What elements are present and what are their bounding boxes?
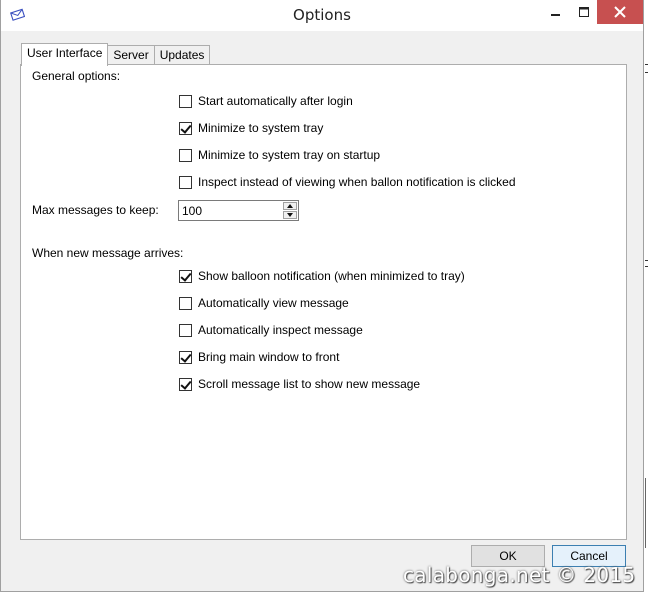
- option-label: Show balloon notification (when minimize…: [198, 269, 465, 283]
- edge-mark: [645, 72, 648, 73]
- new-message-heading: When new message arrives:: [32, 246, 184, 260]
- start-automatically-option[interactable]: Start automatically after login: [179, 93, 353, 109]
- max-messages-spinner[interactable]: [178, 200, 299, 221]
- option-label: Automatically view message: [198, 296, 349, 310]
- edge-mark: [645, 64, 648, 65]
- maximize-button[interactable]: [567, 0, 601, 24]
- arrow-up-icon: [287, 204, 293, 208]
- max-messages-input[interactable]: [179, 201, 283, 220]
- auto-view-option[interactable]: Automatically view message: [179, 295, 349, 311]
- auto-view-checkbox[interactable]: [179, 296, 192, 310]
- auto-inspect-option[interactable]: Automatically inspect message: [179, 322, 363, 338]
- arrow-down-icon: [287, 213, 293, 217]
- inspect-instead-option[interactable]: Inspect instead of viewing when ballon n…: [179, 174, 516, 190]
- tab-updates[interactable]: Updates: [153, 45, 211, 65]
- tab-user-interface[interactable]: User Interface: [21, 43, 109, 66]
- minimize-to-tray-checkbox[interactable]: [179, 121, 192, 135]
- option-label: Minimize to system tray on startup: [198, 148, 381, 162]
- maximize-icon: [578, 6, 589, 17]
- minimize-to-tray-option[interactable]: Minimize to system tray: [179, 120, 323, 136]
- user-interface-panel: General options: Start automatically aft…: [20, 64, 627, 540]
- start-automatically-checkbox[interactable]: [179, 94, 192, 108]
- option-label: Minimize to system tray: [198, 121, 324, 135]
- close-button[interactable]: [597, 0, 643, 24]
- options-dialog: Options User Interface Server Updates Ge…: [0, 0, 644, 592]
- minimize-on-startup-checkbox[interactable]: [179, 148, 192, 162]
- tab-strip: User Interface Server Updates: [21, 43, 211, 66]
- tab-server[interactable]: Server: [107, 45, 155, 65]
- option-label: Automatically inspect message: [198, 323, 363, 337]
- spinner-down-button[interactable]: [283, 211, 297, 219]
- minimize-on-startup-option[interactable]: Minimize to system tray on startup: [179, 147, 380, 163]
- max-messages-label: Max messages to keep:: [32, 203, 159, 217]
- general-options-heading: General options:: [32, 69, 121, 83]
- option-label: Inspect instead of viewing when ballon n…: [198, 175, 516, 189]
- scroll-list-checkbox[interactable]: [179, 377, 192, 391]
- scroll-list-option[interactable]: Scroll message list to show new message: [179, 376, 420, 392]
- edge-mark: [645, 260, 648, 261]
- close-icon: [614, 6, 626, 18]
- title-bar[interactable]: Options: [1, 0, 643, 31]
- auto-inspect-checkbox[interactable]: [179, 323, 192, 337]
- spinner-buttons: [283, 202, 297, 219]
- option-label: Start automatically after login: [198, 94, 353, 108]
- edge-line: [645, 478, 646, 548]
- option-label: Scroll message list to show new message: [198, 377, 421, 391]
- spinner-up-button[interactable]: [283, 202, 297, 210]
- option-label: Bring main window to front: [198, 350, 340, 364]
- bring-to-front-checkbox[interactable]: [179, 350, 192, 364]
- show-balloon-option[interactable]: Show balloon notification (when minimize…: [179, 268, 465, 284]
- inspect-instead-checkbox[interactable]: [179, 175, 192, 189]
- minimize-icon: [551, 14, 560, 16]
- watermark: calabonga.net © 2015: [403, 563, 636, 587]
- show-balloon-checkbox[interactable]: [179, 269, 192, 283]
- bring-to-front-option[interactable]: Bring main window to front: [179, 349, 339, 365]
- edge-mark: [645, 266, 648, 267]
